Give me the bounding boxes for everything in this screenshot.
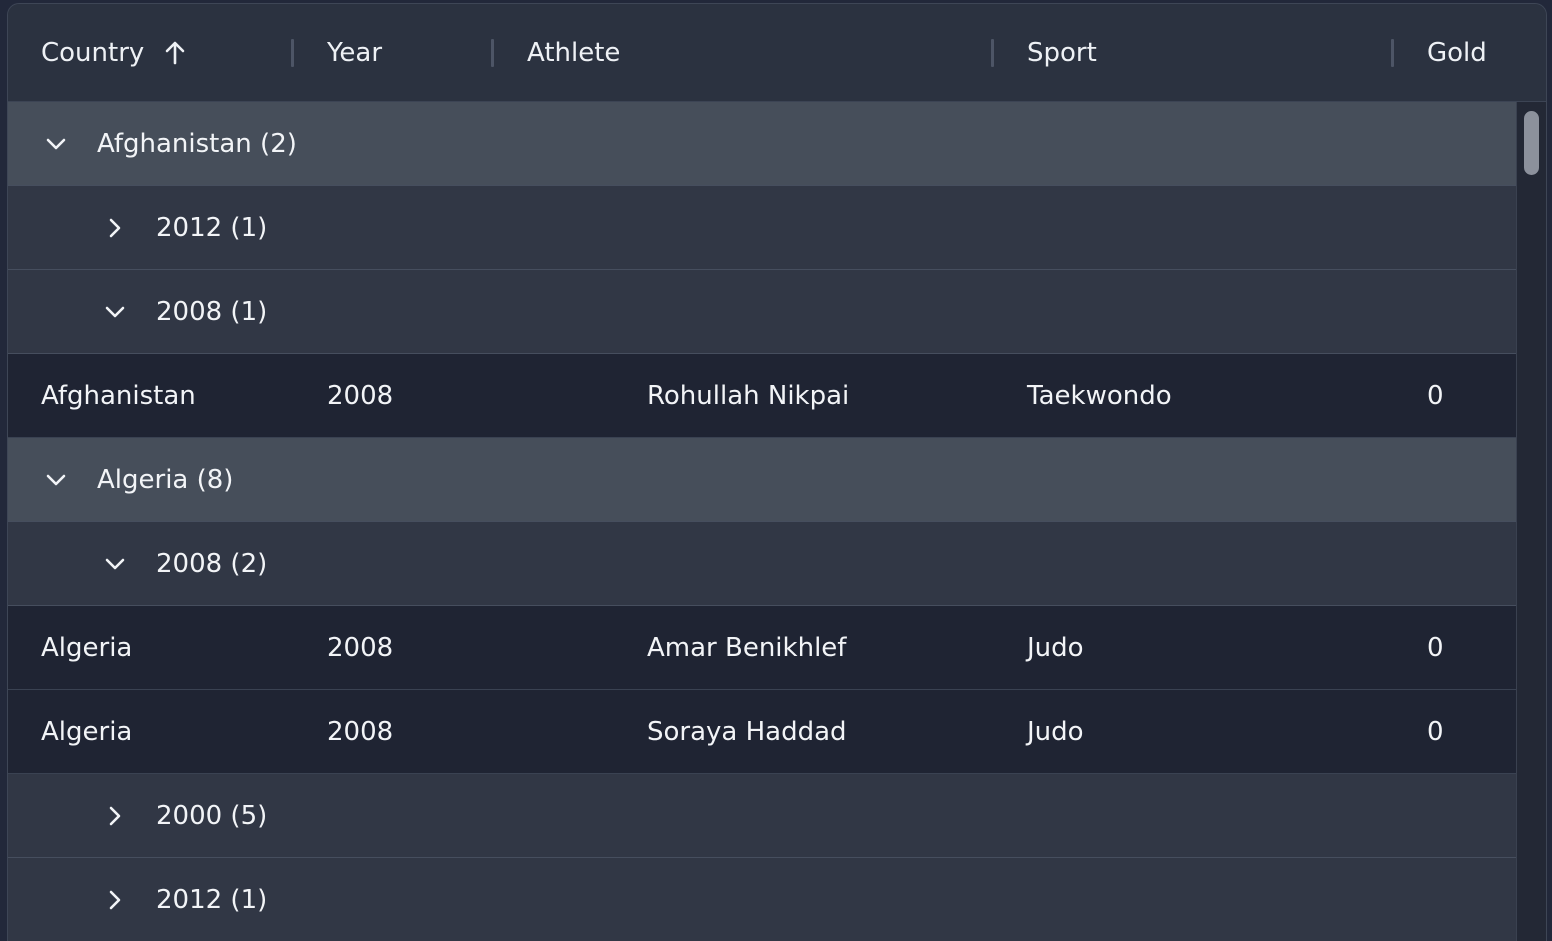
grid-header: Country Year Athlete Sport Gold (8, 4, 1546, 102)
table-row[interactable]: Algeria 2008 Amar Benikhlef Judo 0 (8, 606, 1516, 690)
header-sport[interactable]: Sport (1027, 4, 1097, 101)
chevron-down-icon[interactable] (45, 133, 67, 155)
header-gold-label: Gold (1427, 37, 1487, 68)
chevron-down-icon[interactable] (45, 469, 67, 491)
group-row-year[interactable]: 2012 (1) (8, 858, 1516, 941)
data-grid: Country Year Athlete Sport Gold Afghanis… (7, 3, 1547, 941)
column-resize-handle[interactable] (991, 39, 994, 67)
chevron-right-icon[interactable] (104, 217, 126, 239)
table-row[interactable]: Algeria 2008 Soraya Haddad Judo 0 (8, 690, 1516, 774)
chevron-down-icon[interactable] (104, 553, 126, 575)
group-label: 2008 (1) (156, 297, 268, 327)
grid-body: Afghanistan (2) 2012 (1) 2008 (1) Afghan (8, 102, 1516, 941)
chevron-down-icon[interactable] (104, 301, 126, 323)
chevron-right-icon[interactable] (104, 805, 126, 827)
cell-country: Algeria (41, 633, 133, 663)
cell-country: Algeria (41, 717, 133, 747)
group-label: 2012 (1) (156, 213, 268, 243)
cell-sport: Judo (1027, 717, 1084, 747)
cell-country: Afghanistan (41, 381, 196, 411)
scrollbar-thumb[interactable] (1524, 111, 1539, 175)
vertical-scrollbar[interactable] (1516, 102, 1546, 941)
cell-gold: 0 (1427, 381, 1444, 411)
arrow-up-icon (162, 40, 188, 66)
group-row-year[interactable]: 2012 (1) (8, 186, 1516, 270)
cell-year: 2008 (327, 381, 394, 411)
header-year-label: Year (327, 37, 383, 68)
group-row-year[interactable]: 2000 (5) (8, 774, 1516, 858)
header-country[interactable]: Country (41, 4, 188, 101)
table-row[interactable]: Afghanistan 2008 Rohullah Nikpai Taekwon… (8, 354, 1516, 438)
column-resize-handle[interactable] (291, 39, 294, 67)
group-row-country[interactable]: Afghanistan (2) (8, 102, 1516, 186)
group-row-year[interactable]: 2008 (1) (8, 270, 1516, 354)
group-label: 2000 (5) (156, 801, 268, 831)
cell-athlete: Rohullah Nikpai (647, 381, 850, 411)
cell-year: 2008 (327, 717, 394, 747)
cell-gold: 0 (1427, 633, 1444, 663)
header-country-label: Country (41, 37, 145, 68)
chevron-right-icon[interactable] (104, 889, 126, 911)
header-sport-label: Sport (1027, 37, 1097, 68)
header-year[interactable]: Year (327, 4, 382, 101)
column-resize-handle[interactable] (1391, 39, 1394, 67)
column-resize-handle[interactable] (491, 39, 494, 67)
cell-athlete: Amar Benikhlef (647, 633, 847, 663)
header-gold[interactable]: Gold (1427, 4, 1487, 101)
group-label: Afghanistan (2) (97, 129, 297, 159)
group-label: 2012 (1) (156, 885, 268, 915)
cell-sport: Judo (1027, 633, 1084, 663)
cell-athlete: Soraya Haddad (647, 717, 847, 747)
header-athlete-label: Athlete (527, 37, 621, 68)
group-label: Algeria (8) (97, 465, 234, 495)
header-athlete[interactable]: Athlete (527, 4, 620, 101)
cell-sport: Taekwondo (1027, 381, 1172, 411)
group-row-country[interactable]: Algeria (8) (8, 438, 1516, 522)
cell-year: 2008 (327, 633, 394, 663)
group-row-year[interactable]: 2008 (2) (8, 522, 1516, 606)
cell-gold: 0 (1427, 717, 1444, 747)
group-label: 2008 (2) (156, 549, 268, 579)
